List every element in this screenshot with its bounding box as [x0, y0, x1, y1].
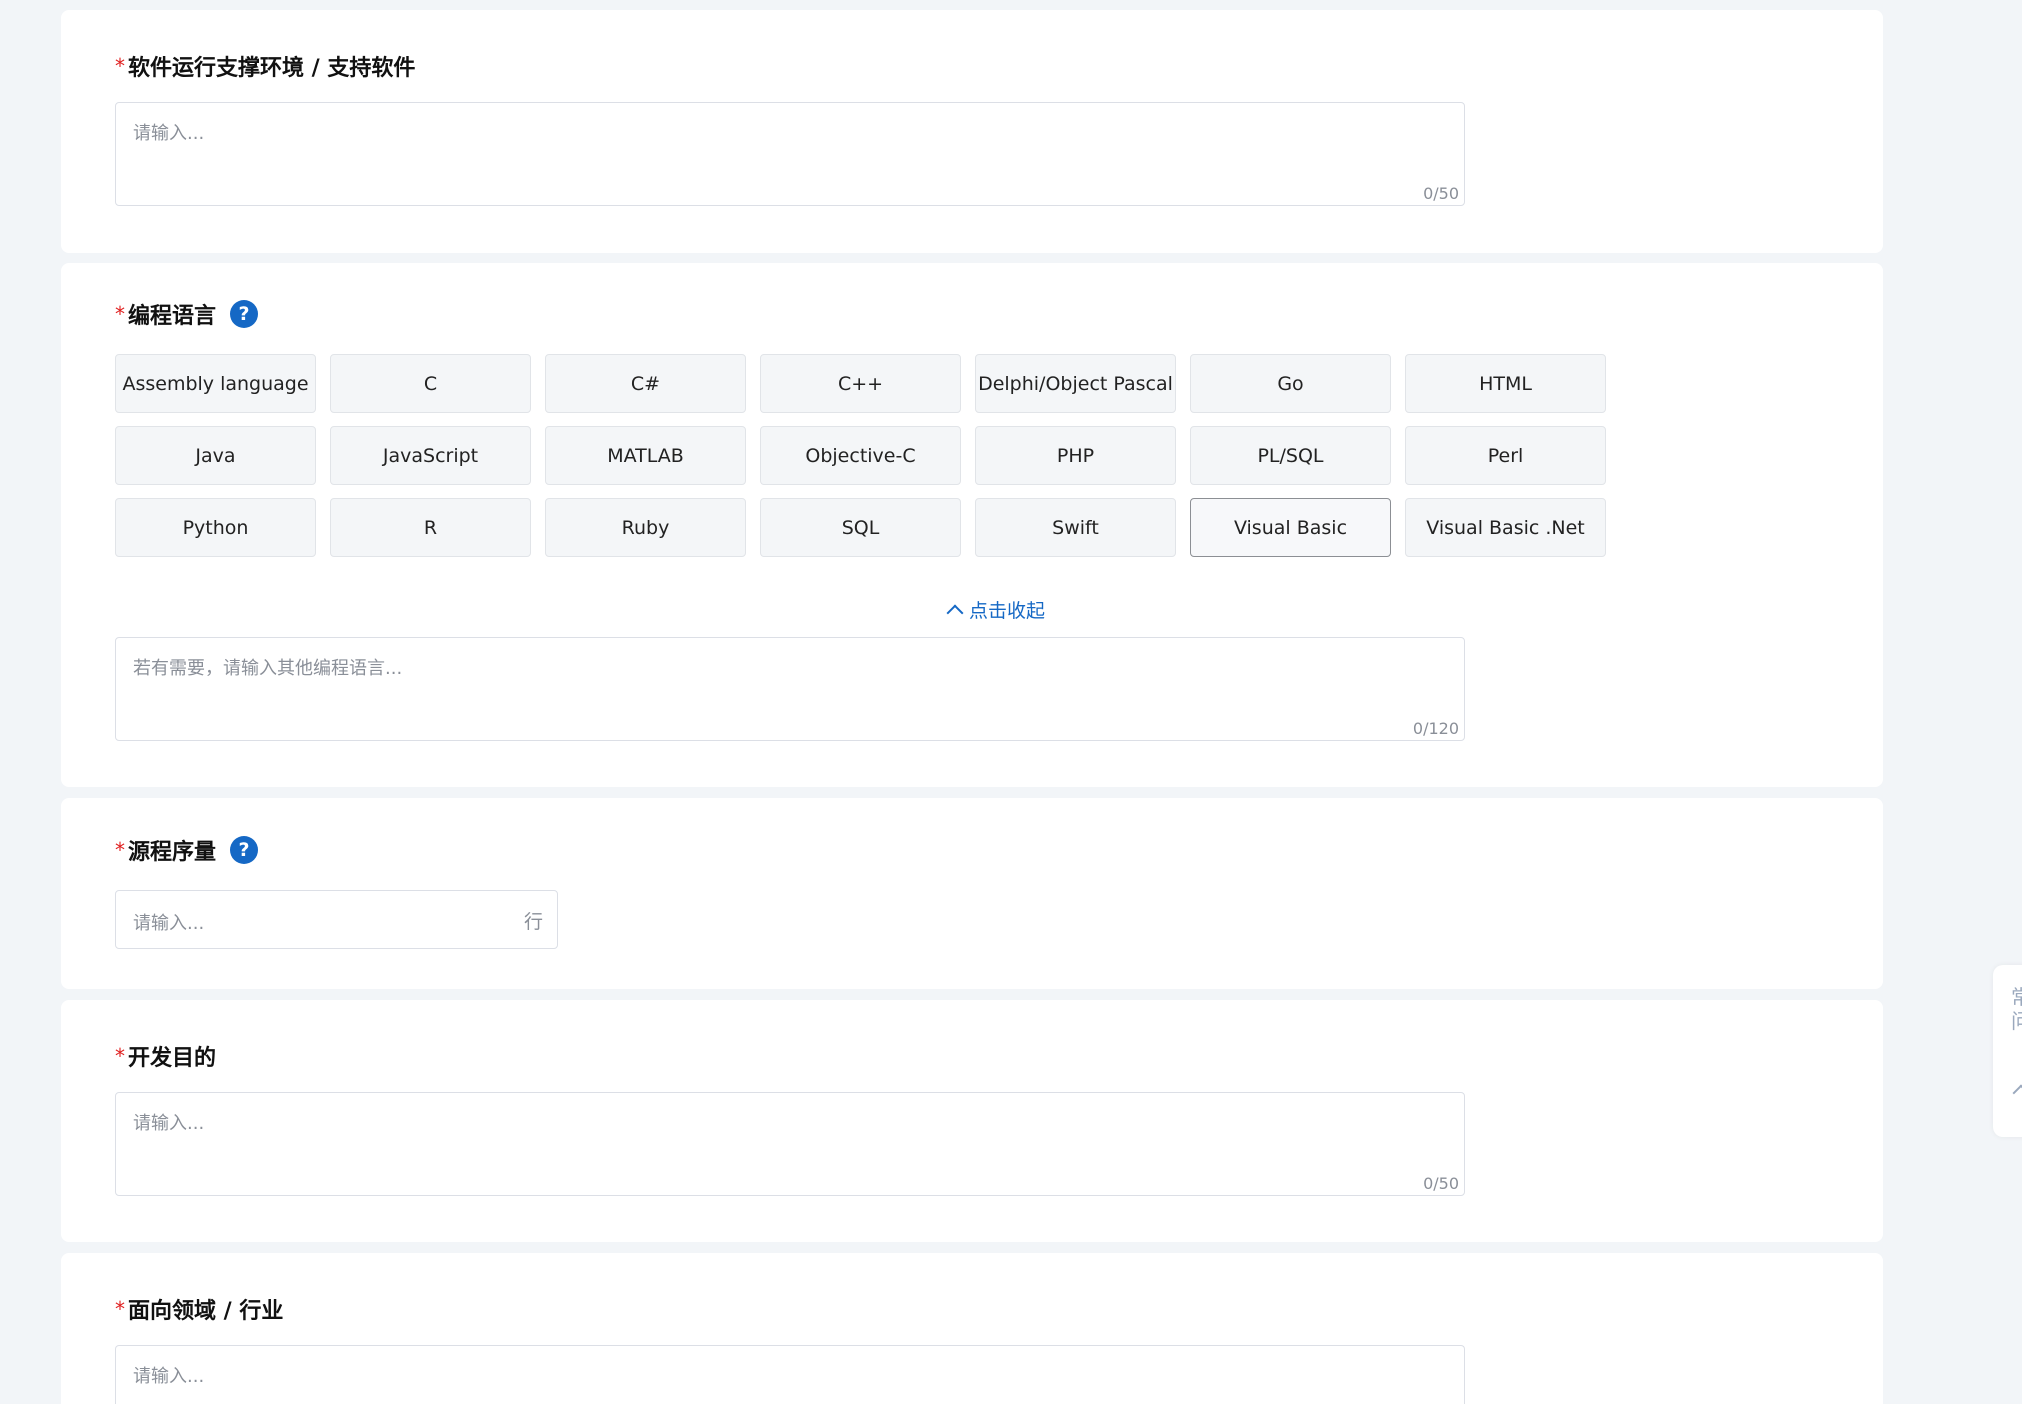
language-option[interactable]: C: [330, 354, 531, 413]
dev-purpose-textarea[interactable]: 请输入... 0/50: [115, 1092, 1465, 1196]
language-option[interactable]: JavaScript: [330, 426, 531, 485]
other-language-textarea[interactable]: 若有需要，请输入其他编程语言... 0/120: [115, 637, 1465, 741]
programming-language-label: * 编程语言 ?: [115, 298, 259, 330]
language-option[interactable]: Go: [1190, 354, 1391, 413]
source-lines-label-text: 源程序量: [128, 840, 217, 865]
support-env-placeholder: 请输入...: [133, 123, 205, 144]
source-lines-label: * 源程序量 ?: [115, 834, 259, 866]
language-option[interactable]: Swift: [975, 498, 1176, 557]
industry-label: * 面向领域 / 行业: [115, 1293, 283, 1325]
industry-placeholder: 请输入...: [133, 1366, 205, 1387]
support-env-counter: 0/50: [1423, 184, 1459, 203]
language-option[interactable]: Delphi/Object Pascal: [975, 354, 1176, 413]
required-mark: *: [115, 302, 125, 326]
language-option[interactable]: C#: [545, 354, 746, 413]
industry-textarea[interactable]: 请输入...: [115, 1345, 1465, 1404]
language-option[interactable]: R: [330, 498, 531, 557]
other-language-counter: 0/120: [1412, 719, 1459, 738]
help-icon[interactable]: ?: [230, 836, 259, 864]
dev-purpose-label-text: 开发目的: [128, 1046, 217, 1071]
source-lines-unit: 行: [523, 911, 543, 933]
required-mark: *: [115, 54, 125, 78]
source-lines-input[interactable]: 请输入... 行: [115, 890, 558, 949]
help-icon[interactable]: ?: [230, 300, 259, 328]
language-option[interactable]: Perl: [1405, 426, 1606, 485]
language-option[interactable]: MATLAB: [545, 426, 746, 485]
required-mark: *: [115, 1044, 125, 1068]
dev-purpose-label: * 开发目的: [115, 1040, 216, 1072]
language-option[interactable]: Visual Basic .Net: [1405, 498, 1606, 557]
card-source-lines: * 源程序量 ? 请输入... 行: [61, 798, 1883, 989]
dev-purpose-counter: 0/50: [1423, 1174, 1459, 1193]
faq-side-tab[interactable]: 常问: [1993, 965, 2022, 1137]
card-support-env: * 软件运行支撑环境 / 支持软件 请输入... 0/50: [61, 10, 1883, 253]
language-option[interactable]: Java: [115, 426, 316, 485]
industry-label-text: 面向领域 / 行业: [128, 1299, 284, 1324]
programming-language-label-text: 编程语言: [128, 304, 217, 329]
language-options: Assembly language C C# C++ Delphi/Object Pas…: [115, 354, 1606, 557]
support-env-label-text: 软件运行支撑环境 / 支持软件: [128, 56, 416, 81]
source-lines-placeholder: 请输入...: [133, 913, 205, 934]
required-mark: *: [115, 1297, 125, 1321]
card-programming-language: * 编程语言 ? Assembly language C C# C++ Delphi/O…: [61, 263, 1883, 787]
chevron-up-icon: [946, 604, 964, 622]
language-option[interactable]: HTML: [1405, 354, 1606, 413]
language-option[interactable]: Ruby: [545, 498, 746, 557]
support-env-label: * 软件运行支撑环境 / 支持软件: [115, 50, 415, 82]
language-option[interactable]: Visual Basic: [1190, 498, 1391, 557]
language-option[interactable]: SQL: [760, 498, 961, 557]
chevron-up-icon: [2012, 1084, 2022, 1102]
language-option[interactable]: PL/SQL: [1190, 426, 1391, 485]
language-option[interactable]: Python: [115, 498, 316, 557]
language-option[interactable]: Assembly language: [115, 354, 316, 413]
form-page: * 软件运行支撑环境 / 支持软件 请输入... 0/50 * 编程语言 ? A…: [0, 0, 2022, 1404]
dev-purpose-placeholder: 请输入...: [133, 1113, 205, 1134]
other-language-placeholder: 若有需要，请输入其他编程语言...: [133, 658, 403, 679]
card-industry: * 面向领域 / 行业 请输入...: [61, 1253, 1883, 1404]
faq-side-tab-text: 常问: [2011, 985, 2022, 1033]
required-mark: *: [115, 838, 125, 862]
language-option[interactable]: C++: [760, 354, 961, 413]
support-env-textarea[interactable]: 请输入... 0/50: [115, 102, 1465, 206]
language-option[interactable]: PHP: [975, 426, 1176, 485]
collapse-button[interactable]: 点击收起: [61, 596, 1883, 623]
language-option[interactable]: Objective-C: [760, 426, 961, 485]
collapse-label: 点击收起: [968, 600, 1045, 622]
card-dev-purpose: * 开发目的 请输入... 0/50: [61, 1000, 1883, 1242]
